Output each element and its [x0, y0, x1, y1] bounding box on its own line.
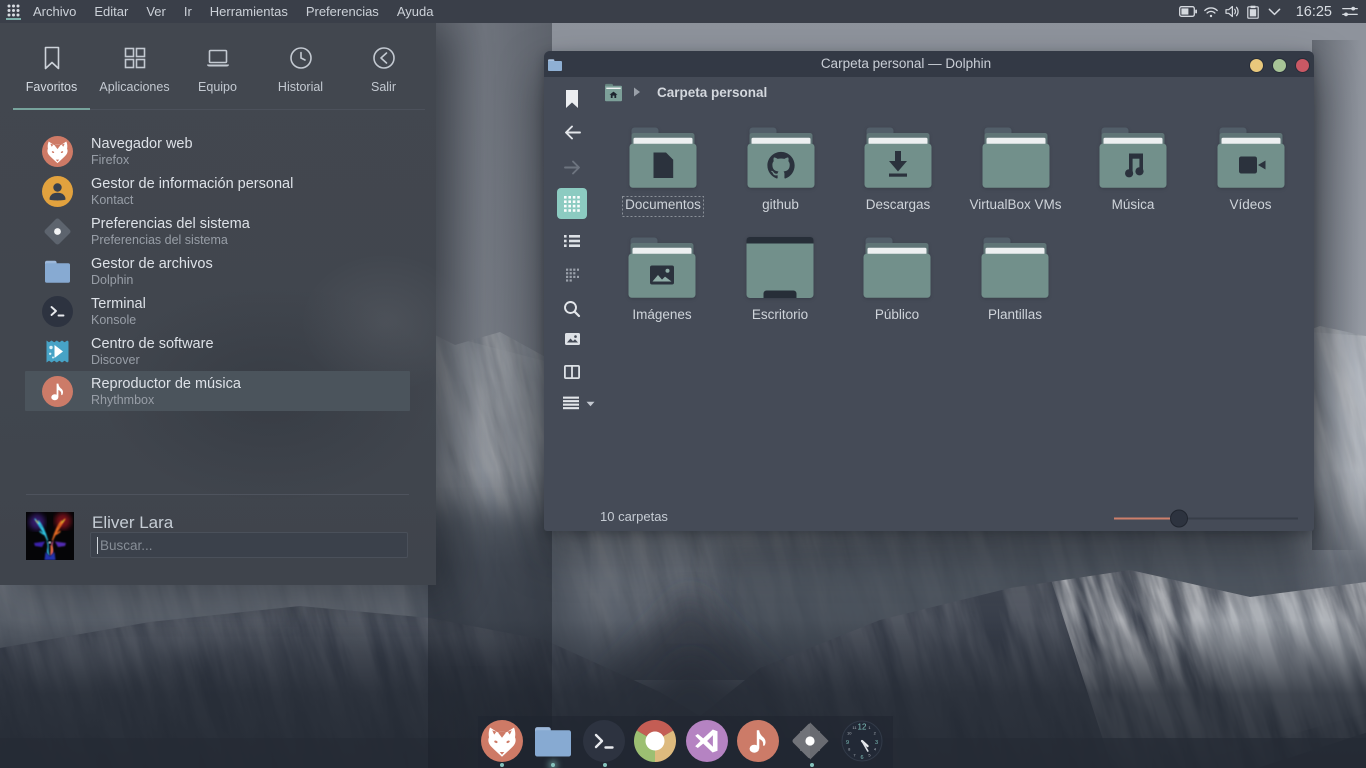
svg-text:9: 9: [846, 740, 849, 746]
svg-text:10: 10: [847, 731, 852, 736]
svg-text:3: 3: [875, 740, 878, 746]
svg-text:6: 6: [860, 755, 863, 761]
svg-text:12: 12: [857, 723, 866, 732]
